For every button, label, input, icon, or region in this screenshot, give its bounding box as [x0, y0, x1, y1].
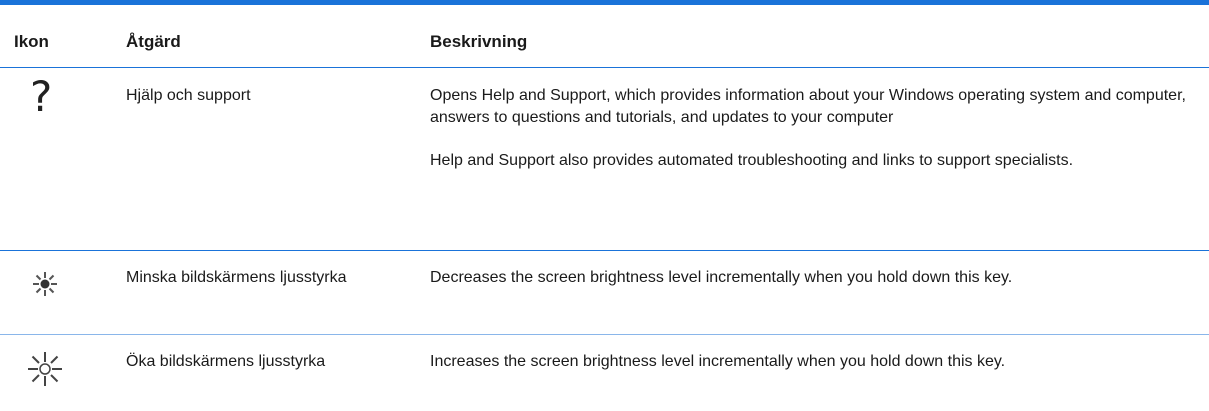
icon-cell: ? [0, 68, 111, 250]
description-paragraph: Opens Help and Support, which provides i… [430, 87, 1186, 126]
action-label: Hjälp och support [126, 87, 251, 104]
function-key-table: Ikon Åtgärd Beskrivning ? Hjälp och supp… [0, 0, 1209, 411]
action-label: Minska bildskärmens ljusstyrka [126, 269, 347, 286]
icon-cell [0, 335, 111, 411]
table-row: Minska bildskärmens ljusstyrka Decreases… [0, 251, 1209, 335]
table-header-row: Ikon Åtgärd Beskrivning [0, 5, 1209, 68]
description-cell: Opens Help and Support, which provides i… [426, 68, 1209, 250]
description-cell: Decreases the screen brightness level in… [426, 251, 1209, 334]
brightness-up-icon [28, 352, 62, 386]
header-description: Beskrivning [430, 32, 528, 51]
description-cell: Increases the screen brightness level in… [426, 335, 1209, 411]
header-icon: Ikon [14, 32, 49, 51]
question-mark-icon: ? [30, 72, 53, 121]
brightness-down-icon [33, 272, 57, 296]
description-paragraph: Decreases the screen brightness level in… [430, 269, 1013, 286]
table-row: Öka bildskärmens ljusstyrka Increases th… [0, 335, 1209, 411]
description-paragraph: Increases the screen brightness level in… [430, 353, 1006, 370]
action-label: Öka bildskärmens ljusstyrka [126, 353, 326, 370]
table-row: ? Hjälp och support Opens Help and Suppo… [0, 68, 1209, 251]
icon-cell [0, 251, 111, 334]
description-paragraph: Help and Support also provides automated… [430, 152, 1074, 169]
header-action: Åtgärd [126, 32, 181, 51]
